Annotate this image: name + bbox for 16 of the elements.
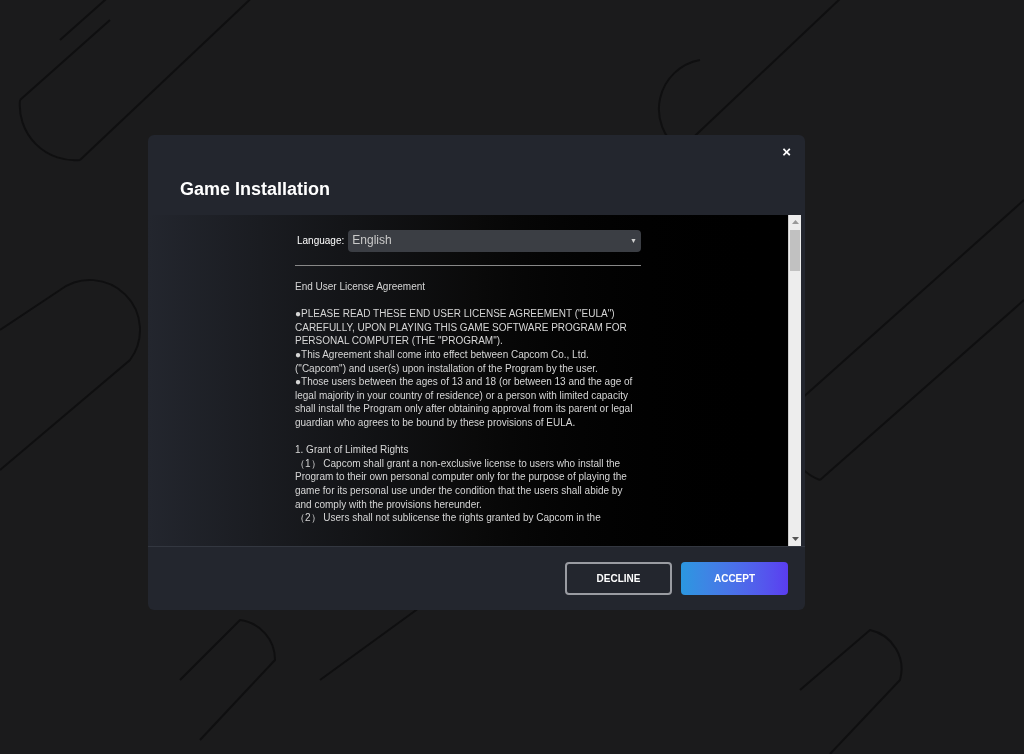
language-label: Language: (297, 234, 345, 248)
scroll-up-icon[interactable] (791, 220, 799, 224)
eula-paragraph: End User License Agreement (295, 280, 427, 294)
decline-button[interactable]: DECLINE (565, 562, 672, 595)
eula-paragraph: ●PLEASE READ THESE END USER LICENSE AGREEMENT ("EULA") CAREFULLY, UPON PLAYING THIS GAME SOFTWARE PROGRAM FOR PERSONAL COMPUTER (THE "PROGRAM"). (295, 307, 628, 348)
eula-paragraph: （2） Users shall not sublicense the rights granted by Capcom in the (295, 511, 602, 525)
eula-paragraph: ●Those users between the ages of 13 and 18 (or between 13 and the age of legal majority in your country of residence) or a person with limited capacity shall install the Program only after obtaining approval from its parent or legal guardian who agrees to be bound by these provisions of EULA. (295, 375, 634, 430)
dialog-title: Game Installation (180, 178, 331, 201)
accept-button[interactable]: ACCEPT (681, 562, 788, 595)
eula-paragraph: （1） Capcom shall grant a non-exclusive license to users who install the Program to their own personal computer only for the purpose of playing the game for its personal use under the condition that the users shall abide by and comply with the provisions hereunder. (295, 456, 628, 512)
scrollbar-thumb[interactable] (790, 230, 800, 271)
eula-paragraph: 1. Grant of Limited Rights (295, 443, 410, 457)
eula-paragraph: ●This Agreement shall come into effect between Capcom Co., Ltd. ("Capcom") and user(s) upon installation of the Program by the user. (295, 347, 599, 376)
close-button[interactable]: × (778, 141, 795, 164)
scrollbar[interactable] (788, 215, 801, 546)
scroll-down-icon[interactable] (791, 537, 799, 541)
